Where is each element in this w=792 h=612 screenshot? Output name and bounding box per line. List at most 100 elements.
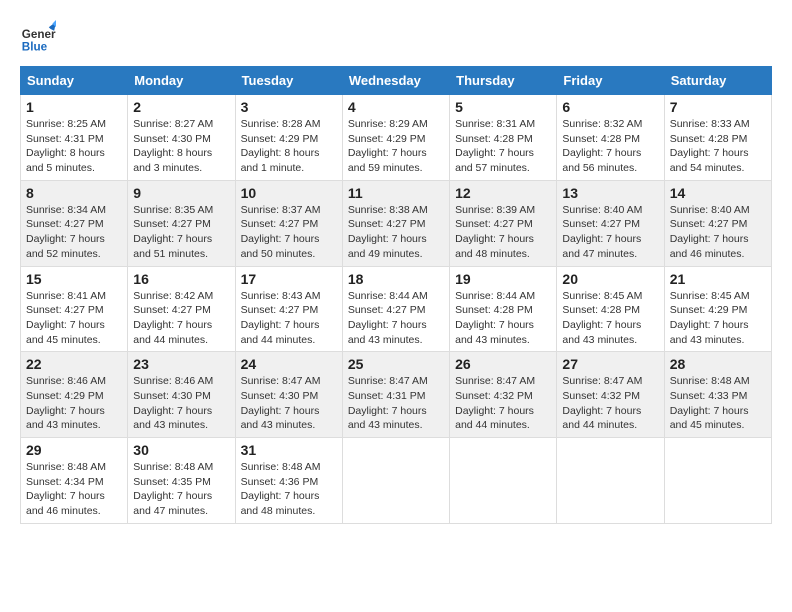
day-number: 27	[562, 356, 658, 372]
daylight-label: Daylight: 7 hours and 51 minutes.	[133, 233, 212, 260]
daylight-label: Daylight: 7 hours and 44 minutes.	[241, 319, 320, 346]
sunrise-label: Sunrise: 8:47 AM	[348, 375, 428, 387]
sunset-label: Sunset: 4:28 PM	[455, 304, 533, 316]
day-info: Sunrise: 8:45 AM Sunset: 4:28 PM Dayligh…	[562, 289, 658, 348]
day-info: Sunrise: 8:48 AM Sunset: 4:36 PM Dayligh…	[241, 460, 337, 519]
calendar-cell: 20 Sunrise: 8:45 AM Sunset: 4:28 PM Dayl…	[557, 266, 664, 352]
calendar-header: SundayMondayTuesdayWednesdayThursdayFrid…	[21, 67, 772, 95]
daylight-label: Daylight: 7 hours and 54 minutes.	[670, 147, 749, 174]
header-cell-friday: Friday	[557, 67, 664, 95]
day-info: Sunrise: 8:40 AM Sunset: 4:27 PM Dayligh…	[670, 203, 766, 262]
daylight-label: Daylight: 7 hours and 44 minutes.	[562, 405, 641, 432]
week-row: 8 Sunrise: 8:34 AM Sunset: 4:27 PM Dayli…	[21, 180, 772, 266]
daylight-label: Daylight: 7 hours and 43 minutes.	[455, 319, 534, 346]
sunset-label: Sunset: 4:27 PM	[562, 218, 640, 230]
svg-text:Blue: Blue	[22, 41, 48, 54]
sunrise-label: Sunrise: 8:31 AM	[455, 118, 535, 130]
calendar-cell: 7 Sunrise: 8:33 AM Sunset: 4:28 PM Dayli…	[664, 95, 771, 181]
day-info: Sunrise: 8:39 AM Sunset: 4:27 PM Dayligh…	[455, 203, 551, 262]
header-cell-wednesday: Wednesday	[342, 67, 449, 95]
calendar-cell: 23 Sunrise: 8:46 AM Sunset: 4:30 PM Dayl…	[128, 352, 235, 438]
sunrise-label: Sunrise: 8:44 AM	[455, 290, 535, 302]
calendar-cell: 12 Sunrise: 8:39 AM Sunset: 4:27 PM Dayl…	[450, 180, 557, 266]
daylight-label: Daylight: 7 hours and 49 minutes.	[348, 233, 427, 260]
sunrise-label: Sunrise: 8:48 AM	[670, 375, 750, 387]
calendar-cell: 22 Sunrise: 8:46 AM Sunset: 4:29 PM Dayl…	[21, 352, 128, 438]
sunrise-label: Sunrise: 8:39 AM	[455, 204, 535, 216]
day-info: Sunrise: 8:44 AM Sunset: 4:28 PM Dayligh…	[455, 289, 551, 348]
calendar-cell: 25 Sunrise: 8:47 AM Sunset: 4:31 PM Dayl…	[342, 352, 449, 438]
daylight-label: Daylight: 7 hours and 56 minutes.	[562, 147, 641, 174]
sunset-label: Sunset: 4:27 PM	[455, 218, 533, 230]
day-number: 2	[133, 99, 229, 115]
day-info: Sunrise: 8:31 AM Sunset: 4:28 PM Dayligh…	[455, 117, 551, 176]
day-info: Sunrise: 8:46 AM Sunset: 4:29 PM Dayligh…	[26, 374, 122, 433]
sunset-label: Sunset: 4:27 PM	[241, 304, 319, 316]
sunset-label: Sunset: 4:30 PM	[241, 390, 319, 402]
day-info: Sunrise: 8:48 AM Sunset: 4:33 PM Dayligh…	[670, 374, 766, 433]
daylight-label: Daylight: 7 hours and 44 minutes.	[133, 319, 212, 346]
sunset-label: Sunset: 4:28 PM	[562, 304, 640, 316]
week-row: 15 Sunrise: 8:41 AM Sunset: 4:27 PM Dayl…	[21, 266, 772, 352]
calendar-cell	[664, 438, 771, 524]
daylight-label: Daylight: 7 hours and 45 minutes.	[26, 319, 105, 346]
sunset-label: Sunset: 4:27 PM	[26, 218, 104, 230]
sunset-label: Sunset: 4:32 PM	[562, 390, 640, 402]
week-row: 29 Sunrise: 8:48 AM Sunset: 4:34 PM Dayl…	[21, 438, 772, 524]
sunset-label: Sunset: 4:27 PM	[241, 218, 319, 230]
daylight-label: Daylight: 7 hours and 43 minutes.	[670, 319, 749, 346]
sunset-label: Sunset: 4:32 PM	[455, 390, 533, 402]
day-info: Sunrise: 8:32 AM Sunset: 4:28 PM Dayligh…	[562, 117, 658, 176]
sunset-label: Sunset: 4:28 PM	[455, 133, 533, 145]
daylight-label: Daylight: 7 hours and 57 minutes.	[455, 147, 534, 174]
day-number: 29	[26, 442, 122, 458]
day-info: Sunrise: 8:42 AM Sunset: 4:27 PM Dayligh…	[133, 289, 229, 348]
logo: General Blue	[20, 20, 56, 56]
week-row: 1 Sunrise: 8:25 AM Sunset: 4:31 PM Dayli…	[21, 95, 772, 181]
day-info: Sunrise: 8:47 AM Sunset: 4:31 PM Dayligh…	[348, 374, 444, 433]
sunrise-label: Sunrise: 8:47 AM	[562, 375, 642, 387]
header-cell-saturday: Saturday	[664, 67, 771, 95]
day-number: 19	[455, 271, 551, 287]
day-number: 21	[670, 271, 766, 287]
day-info: Sunrise: 8:37 AM Sunset: 4:27 PM Dayligh…	[241, 203, 337, 262]
day-number: 20	[562, 271, 658, 287]
calendar-cell: 11 Sunrise: 8:38 AM Sunset: 4:27 PM Dayl…	[342, 180, 449, 266]
daylight-label: Daylight: 7 hours and 43 minutes.	[133, 405, 212, 432]
calendar-cell: 2 Sunrise: 8:27 AM Sunset: 4:30 PM Dayli…	[128, 95, 235, 181]
daylight-label: Daylight: 7 hours and 43 minutes.	[348, 405, 427, 432]
sunset-label: Sunset: 4:29 PM	[348, 133, 426, 145]
day-info: Sunrise: 8:34 AM Sunset: 4:27 PM Dayligh…	[26, 203, 122, 262]
calendar-cell: 1 Sunrise: 8:25 AM Sunset: 4:31 PM Dayli…	[21, 95, 128, 181]
day-info: Sunrise: 8:33 AM Sunset: 4:28 PM Dayligh…	[670, 117, 766, 176]
day-number: 31	[241, 442, 337, 458]
calendar-cell: 8 Sunrise: 8:34 AM Sunset: 4:27 PM Dayli…	[21, 180, 128, 266]
day-number: 5	[455, 99, 551, 115]
daylight-label: Daylight: 7 hours and 48 minutes.	[241, 490, 320, 517]
sunset-label: Sunset: 4:27 PM	[133, 304, 211, 316]
calendar-cell: 10 Sunrise: 8:37 AM Sunset: 4:27 PM Dayl…	[235, 180, 342, 266]
day-number: 13	[562, 185, 658, 201]
sunrise-label: Sunrise: 8:48 AM	[241, 461, 321, 473]
header-cell-thursday: Thursday	[450, 67, 557, 95]
sunrise-label: Sunrise: 8:32 AM	[562, 118, 642, 130]
calendar-cell: 9 Sunrise: 8:35 AM Sunset: 4:27 PM Dayli…	[128, 180, 235, 266]
day-info: Sunrise: 8:28 AM Sunset: 4:29 PM Dayligh…	[241, 117, 337, 176]
calendar-cell: 19 Sunrise: 8:44 AM Sunset: 4:28 PM Dayl…	[450, 266, 557, 352]
daylight-label: Daylight: 7 hours and 46 minutes.	[670, 233, 749, 260]
sunrise-label: Sunrise: 8:40 AM	[562, 204, 642, 216]
daylight-label: Daylight: 7 hours and 50 minutes.	[241, 233, 320, 260]
sunrise-label: Sunrise: 8:46 AM	[133, 375, 213, 387]
day-number: 22	[26, 356, 122, 372]
sunrise-label: Sunrise: 8:27 AM	[133, 118, 213, 130]
sunset-label: Sunset: 4:31 PM	[26, 133, 104, 145]
day-info: Sunrise: 8:38 AM Sunset: 4:27 PM Dayligh…	[348, 203, 444, 262]
day-number: 26	[455, 356, 551, 372]
daylight-label: Daylight: 7 hours and 47 minutes.	[562, 233, 641, 260]
header-cell-sunday: Sunday	[21, 67, 128, 95]
sunrise-label: Sunrise: 8:42 AM	[133, 290, 213, 302]
calendar-cell: 5 Sunrise: 8:31 AM Sunset: 4:28 PM Dayli…	[450, 95, 557, 181]
header-row: SundayMondayTuesdayWednesdayThursdayFrid…	[21, 67, 772, 95]
calendar-cell	[557, 438, 664, 524]
sunrise-label: Sunrise: 8:47 AM	[241, 375, 321, 387]
